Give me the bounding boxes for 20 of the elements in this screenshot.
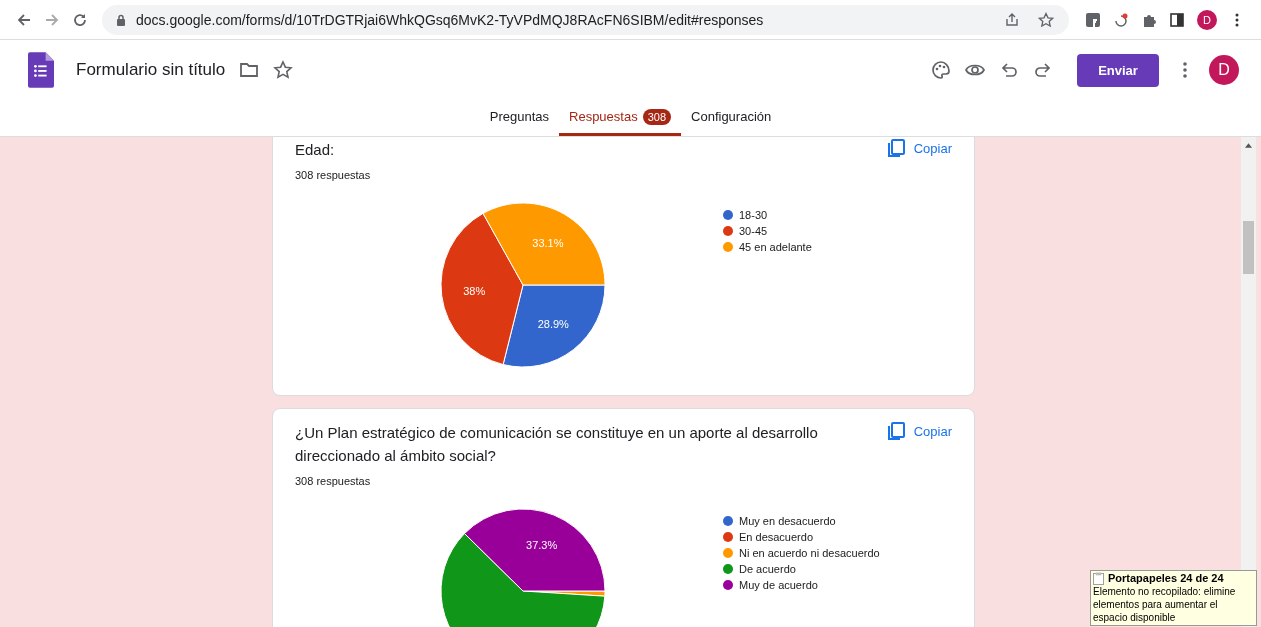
slice-label: 33.1% bbox=[532, 236, 564, 249]
question-title: Edad: bbox=[295, 140, 335, 160]
tooltip-title: Portapapeles 24 de 24 bbox=[1108, 572, 1224, 585]
response-count-badge: 308 bbox=[642, 108, 672, 125]
legend-label: Ni en acuerdo ni desacuerdo bbox=[739, 547, 880, 559]
legend-label: De acuerdo bbox=[739, 563, 796, 575]
legend-label: 45 en adelante bbox=[739, 241, 812, 253]
url-text: docs.google.com/forms/d/10TrDGTRjai6WhkQGsq6MvK2-TyVPdMQJ8RAcFN6SIBM/edit#responses bbox=[136, 11, 764, 28]
response-count: 308 respuestas bbox=[295, 169, 372, 181]
legend-label: Muy de acuerdo bbox=[739, 579, 818, 591]
legend-label: Muy en desacuerdo bbox=[739, 515, 836, 527]
slice-label: 37.3% bbox=[526, 539, 558, 552]
slice-label: 28.9% bbox=[537, 317, 569, 330]
legend-label: 18-30 bbox=[739, 209, 768, 221]
question-title: ¿Un Plan estratégico de comunicación se constituye en un aporte al desarrollo direccionado al ámbito social? bbox=[295, 423, 819, 466]
legend-label: 30-45 bbox=[739, 225, 768, 237]
tooltip-message: Elemento no recopilado: elimine elementos para aumentar el espacio disponible bbox=[1093, 585, 1237, 624]
slice-label: 38% bbox=[463, 285, 486, 298]
legend-label: En desacuerdo bbox=[739, 531, 813, 543]
response-count: 308 respuestas bbox=[295, 475, 372, 487]
